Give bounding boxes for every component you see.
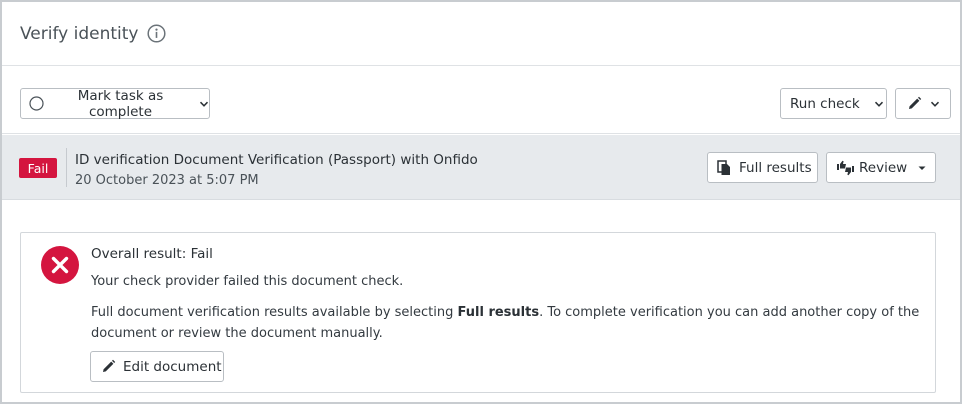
full-results-link-text: Full results xyxy=(457,305,540,320)
thumbs-up-down-icon xyxy=(837,160,854,175)
full-results-label: Full results xyxy=(739,159,812,176)
chevron-down-icon xyxy=(874,101,883,107)
result-detail-prefix: Full document verification results avail… xyxy=(91,305,458,320)
verify-identity-panel: Verify identity Mark task as complete Ru… xyxy=(2,2,960,402)
check-date: 20 October 2023 at 5:07 PM xyxy=(75,173,259,188)
result-heading: Overall result: Fail xyxy=(91,246,213,262)
task-toolbar: Mark task as complete Run check xyxy=(2,66,960,134)
run-check-button[interactable]: Run check xyxy=(780,88,887,119)
mark-task-complete-label: Mark task as complete xyxy=(77,87,164,120)
page-title: Verify identity xyxy=(20,23,139,44)
edit-menu-button[interactable] xyxy=(895,88,951,119)
full-results-button[interactable]: Full results xyxy=(707,152,818,183)
caret-down-icon xyxy=(918,166,926,170)
result-message: Your check provider failed this document… xyxy=(91,274,404,289)
result-detail: Full document verification results avail… xyxy=(91,302,931,344)
chevron-down-icon xyxy=(199,101,209,107)
check-row: Fail ID verification Document Verificati… xyxy=(2,135,960,200)
circle-checkbox-icon xyxy=(29,96,44,111)
status-badge: Fail xyxy=(19,158,57,178)
review-label: Review xyxy=(859,159,908,176)
review-button[interactable]: Review xyxy=(826,152,936,183)
pencil-icon xyxy=(103,359,116,372)
fail-x-circle-icon xyxy=(41,246,79,284)
document-copy-icon xyxy=(717,159,730,175)
check-title: ID verification Document Verification (P… xyxy=(75,152,478,168)
run-check-label: Run check xyxy=(790,95,860,112)
pencil-icon xyxy=(909,96,922,109)
edit-document-button[interactable]: Edit document xyxy=(90,351,224,382)
mark-task-complete-button[interactable]: Mark task as complete xyxy=(20,87,210,120)
panel-header: Verify identity xyxy=(2,2,960,66)
divider xyxy=(66,148,67,187)
edit-document-label: Edit document xyxy=(123,358,222,375)
info-icon[interactable] xyxy=(146,24,166,43)
result-card: Overall result: Fail Your check provider… xyxy=(20,232,936,393)
chevron-down-icon xyxy=(930,101,940,107)
